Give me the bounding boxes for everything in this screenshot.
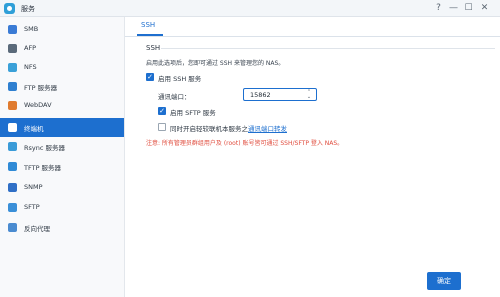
enable-sftp-label: 启用 SFTP 服务 — [170, 109, 216, 117]
port-forwarding-checkbox[interactable] — [158, 123, 166, 131]
title-bar: 服务 ? — ☐ ✕ — [0, 0, 500, 17]
sidebar-item-label: SNMP — [24, 183, 43, 191]
sidebar-item-reverse-proxy[interactable]: 反向代理 — [0, 218, 124, 237]
port-forwarding-prefix: 同时开启轻较联机本服务之 — [170, 125, 248, 133]
snmp-icon — [8, 183, 17, 192]
main-panel: SSH SSH 启用此选项后，您即可通过 SSH 来管理您的 NAS。 ✓ 启用… — [125, 17, 500, 297]
sftp-icon — [8, 203, 17, 212]
section-divider — [161, 48, 495, 49]
sidebar-item-label: Rsync 服务器 — [24, 144, 66, 152]
security-notice: 注意: 所有管理员群组用户及 (root) 账号皆可通过 SSH/SFTP 登入… — [146, 140, 344, 147]
sidebar-item-label: SMB — [24, 25, 39, 33]
sidebar-item-label: FTP 服务器 — [24, 84, 58, 92]
section-title: SSH — [146, 44, 161, 52]
port-value: 15862 — [250, 91, 271, 99]
port-forwarding-link[interactable]: 通讯端口转发 — [248, 125, 287, 133]
sidebar-item-label: AFP — [24, 44, 37, 52]
help-button[interactable]: ? — [432, 2, 445, 15]
reverse-proxy-icon — [8, 223, 17, 232]
tab-bar: SSH — [125, 17, 500, 37]
ssh-description: 启用此选项后，您即可通过 SSH 来管理您的 NAS。 — [146, 60, 285, 67]
port-decrement-button[interactable]: ⌄ — [305, 95, 313, 100]
port-input[interactable]: 15862 ⌃ ⌄ — [243, 88, 317, 101]
nfs-icon — [8, 63, 17, 72]
sidebar-item-label: 终端机 — [24, 125, 44, 133]
minimize-button[interactable]: — — [447, 2, 460, 15]
services-app-icon — [4, 3, 15, 14]
rsync-icon — [8, 142, 17, 151]
window-title: 服务 — [21, 5, 35, 13]
enable-sftp-checkbox[interactable]: ✓ — [158, 107, 166, 115]
sidebar-item-label: 反向代理 — [24, 225, 50, 233]
sidebar-item-rsync[interactable]: Rsync 服务器 — [0, 137, 124, 156]
port-label: 通讯端口： — [158, 93, 191, 101]
sidebar-item-label: WebDAV — [24, 101, 52, 109]
smb-icon — [8, 25, 17, 34]
sidebar-item-tftp[interactable]: TFTP 服务器 — [0, 157, 124, 176]
enable-ssh-label: 启用 SSH 服务 — [158, 75, 202, 83]
watermark-text: 什么值得买 — [471, 277, 500, 285]
sidebar-item-smb[interactable]: SMB — [0, 20, 124, 39]
webdav-icon — [8, 101, 17, 110]
sidebar-item-terminal[interactable]: 终端机 — [0, 118, 124, 137]
port-forwarding-label: 同时开启轻较联机本服务之通讯端口转发 — [170, 123, 287, 133]
terminal-icon — [8, 123, 17, 132]
active-tab-indicator — [137, 34, 163, 36]
enable-ssh-checkbox[interactable]: ✓ — [146, 73, 154, 81]
sidebar-item-sftp[interactable]: SFTP — [0, 198, 124, 217]
close-button[interactable]: ✕ — [478, 2, 491, 15]
sidebar-item-label: TFTP 服务器 — [24, 164, 62, 172]
maximize-button[interactable]: ☐ — [462, 2, 475, 15]
sidebar-item-ftp[interactable]: FTP 服务器 — [0, 77, 124, 96]
sidebar: SMB AFP NFS FTP 服务器 WebDAV 终端机 Rsync 服务器… — [0, 17, 125, 297]
afp-icon — [8, 44, 17, 53]
sidebar-item-afp[interactable]: AFP — [0, 39, 124, 58]
tab-ssh[interactable]: SSH — [141, 21, 155, 29]
sidebar-item-snmp[interactable]: SNMP — [0, 178, 124, 197]
ftp-icon — [8, 82, 17, 91]
sidebar-item-label: SFTP — [24, 203, 40, 211]
sidebar-item-nfs[interactable]: NFS — [0, 58, 124, 77]
sidebar-item-label: NFS — [24, 63, 37, 71]
tftp-icon — [8, 162, 17, 171]
sidebar-item-webdav[interactable]: WebDAV — [0, 96, 124, 115]
